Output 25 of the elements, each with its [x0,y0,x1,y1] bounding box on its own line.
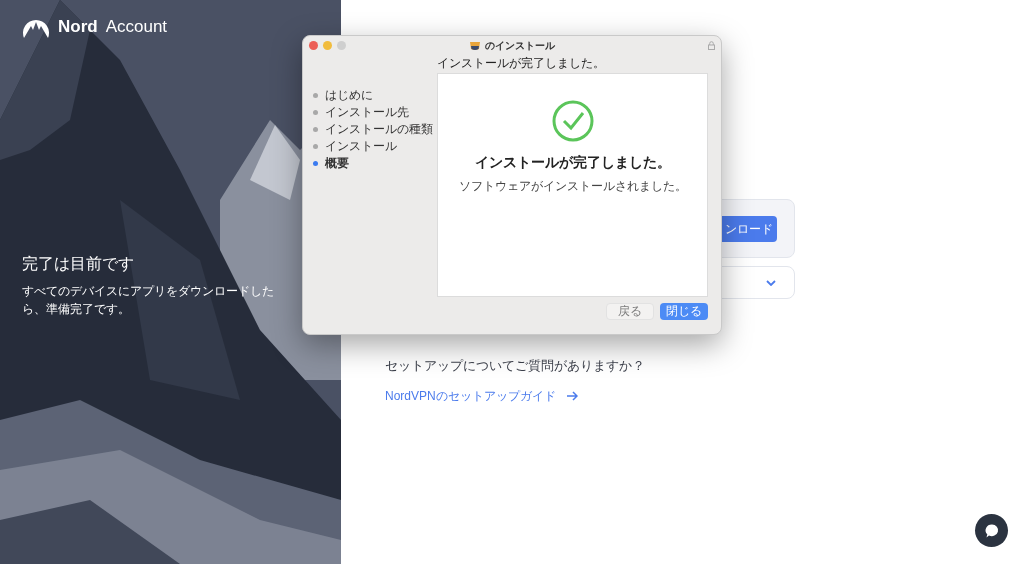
step-label: インストールの種類 [325,123,433,136]
hero-title: 完了は目前です [22,254,135,274]
step-label: 概要 [325,157,349,170]
hero-text: すべてのデバイスにアプリをダウンロードしたら、準備完了です。 [22,283,275,318]
arrow-right-icon [565,390,578,401]
lock-icon [708,41,715,50]
chat-button[interactable] [975,514,1008,547]
checkmark-icon [551,100,594,142]
step-label: はじめに [325,89,373,102]
completion-detail: ソフトウェアがインストールされました。 [458,178,687,195]
download-button[interactable]: ンロード [721,215,777,242]
package-icon [469,40,481,51]
product-name: Account [105,16,168,39]
installer-heading: インストールが完了しました。 [437,55,606,72]
close-button[interactable]: 閉じる [660,303,708,320]
close-window-button[interactable] [309,41,318,50]
step-label: インストール先 [325,106,409,119]
completion-message: インストールが完了しました。 [474,153,671,172]
step-label: インストール [325,140,397,153]
brand-name: Nord [58,16,98,39]
chat-bubble-icon [983,522,1000,539]
help-question: セットアップについてご質問がありますか？ [385,357,646,375]
minimize-window-button[interactable] [323,41,332,50]
setup-guide-link[interactable]: NordVPNのセットアップガイド [385,386,1024,405]
window-title: のインストール [485,39,555,53]
